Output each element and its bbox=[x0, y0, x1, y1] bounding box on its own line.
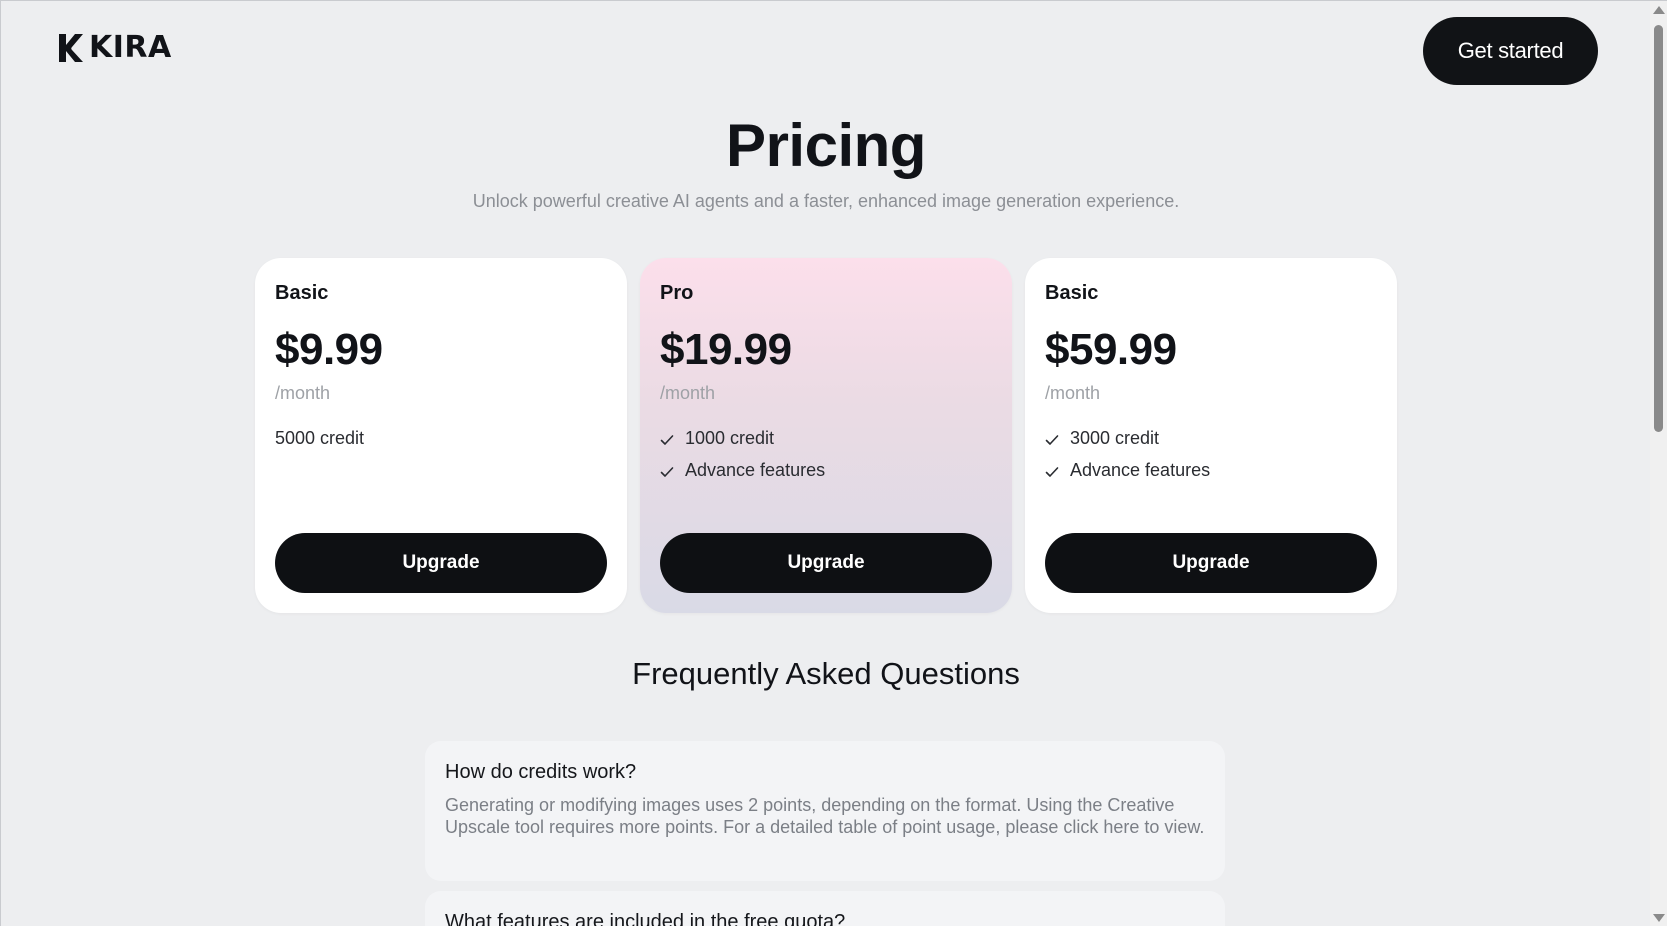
plan-feature: Advance features bbox=[660, 454, 992, 486]
scrollbar-thumb[interactable] bbox=[1654, 25, 1663, 432]
faq-question: How do credits work? bbox=[445, 761, 637, 783]
plan-name: Pro bbox=[660, 282, 694, 304]
faq-title: Frequently Asked Questions bbox=[632, 656, 1020, 691]
check-icon bbox=[660, 431, 674, 445]
plan-period: /month bbox=[275, 383, 331, 403]
page-subtitle: Unlock powerful creative AI agents and a… bbox=[472, 191, 1180, 211]
plan-features: 5000 credit bbox=[275, 422, 607, 454]
check-icon bbox=[1045, 431, 1059, 445]
plan-feature-label: 1000 credit bbox=[685, 427, 775, 448]
plan-name: Basic bbox=[1045, 282, 1099, 304]
plan-feature-label: Advance features bbox=[685, 459, 826, 480]
scroll-down-arrow-icon[interactable] bbox=[1653, 914, 1665, 922]
upgrade-button[interactable]: Upgrade bbox=[1045, 533, 1377, 593]
plan-price: $9.99 bbox=[275, 325, 383, 374]
plan-feature-label: 3000 credit bbox=[1070, 427, 1160, 448]
plan-features: 1000 credit Advance features bbox=[660, 422, 992, 486]
plan-feature: Advance features bbox=[1045, 454, 1377, 486]
page-title: Pricing bbox=[726, 112, 926, 179]
faq-question: What features are included in the free q… bbox=[445, 911, 846, 926]
plan-period: /month bbox=[660, 383, 716, 403]
check-icon bbox=[1045, 463, 1059, 477]
upgrade-button[interactable]: Upgrade bbox=[660, 533, 992, 593]
plan-card-basic: Basic $9.99 /month 5000 credit Upgrade bbox=[255, 258, 627, 613]
plan-features: 3000 credit Advance features bbox=[1045, 422, 1377, 486]
plan-feature: 1000 credit bbox=[660, 422, 992, 454]
scrollbar[interactable] bbox=[1650, 1, 1667, 926]
plan-period: /month bbox=[1045, 383, 1101, 403]
scroll-up-arrow-icon[interactable] bbox=[1653, 6, 1665, 14]
plan-feature: 3000 credit bbox=[1045, 422, 1377, 454]
upgrade-button[interactable]: Upgrade bbox=[275, 533, 607, 593]
plan-price: $19.99 bbox=[660, 325, 792, 374]
faq-item[interactable]: How do credits work? Generating or modif… bbox=[425, 741, 1225, 881]
pricing-cards: Basic $9.99 /month 5000 credit Upgrade P… bbox=[255, 258, 1397, 613]
get-started-button[interactable]: Get started bbox=[1423, 17, 1598, 85]
plan-name: Basic bbox=[275, 282, 329, 304]
plan-feature-label: Advance features bbox=[1070, 459, 1211, 480]
check-icon bbox=[660, 463, 674, 477]
logo[interactable]: KIRA bbox=[57, 33, 172, 63]
faq-answer: Generating or modifying images uses 2 po… bbox=[445, 795, 1205, 837]
kira-logo-icon bbox=[57, 33, 85, 63]
plan-feature-label: 5000 credit bbox=[275, 427, 365, 448]
pricing-page: KIRA Get started Pricing Unlock powerful… bbox=[0, 0, 1667, 926]
faq-item[interactable]: What features are included in the free q… bbox=[425, 891, 1225, 926]
plan-card-premium: Basic $59.99 /month 3000 credit Advance … bbox=[1025, 258, 1397, 613]
plan-price: $59.99 bbox=[1045, 325, 1177, 374]
plan-feature: 5000 credit bbox=[275, 422, 607, 454]
plan-card-pro: Pro $19.99 /month 1000 credit Advance fe… bbox=[640, 258, 1012, 613]
logo-text: KIRA bbox=[89, 30, 172, 65]
